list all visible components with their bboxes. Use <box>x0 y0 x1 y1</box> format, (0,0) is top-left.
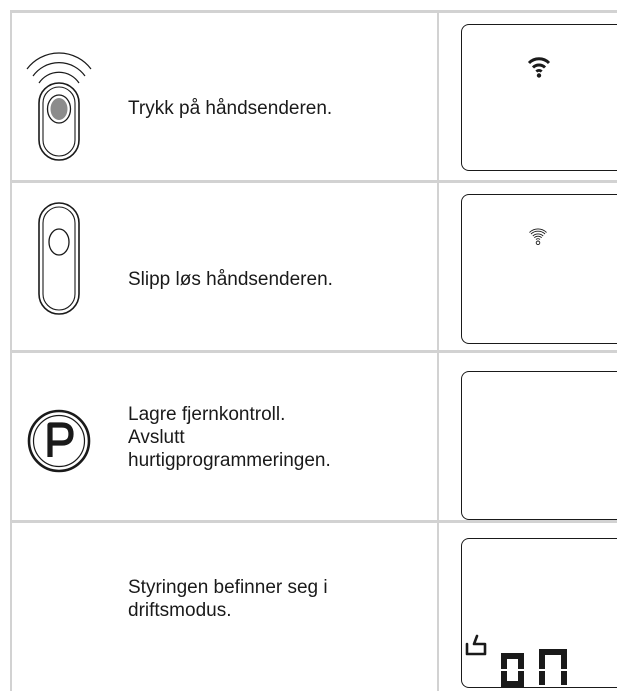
instruction-text: Trykk på håndsenderen. <box>128 97 428 120</box>
table-row: Trykk på håndsenderen. <box>10 13 617 180</box>
table-row: Styringen befinner seg i driftsmodus. <box>10 523 617 691</box>
segment-display-on <box>501 649 567 687</box>
table-row: Lagre fjernkontroll. Avslutt hurtigprogr… <box>10 353 617 520</box>
instruction-line: Slipp løs håndsenderen. <box>128 269 333 290</box>
lcd-display: on <box>461 538 617 688</box>
signal-strong-icon <box>527 57 551 78</box>
hand-icon <box>465 634 487 656</box>
lcd-display <box>461 371 617 520</box>
lcd-display <box>461 24 617 171</box>
instruction-line: Avslutt <box>128 427 185 448</box>
signal-outline-icon <box>529 228 547 246</box>
instruction-table: Trykk på håndsenderen. Slipp løs håndsen… <box>10 10 617 691</box>
table-row: Slipp løs håndsenderen. <box>10 183 617 350</box>
instruction-line: hurtigprogrammeringen. <box>128 450 331 471</box>
instruction-text: Lagre fjernkontroll. Avslutt hurtigprogr… <box>128 403 428 472</box>
instruction-text: Slipp løs håndsenderen. <box>128 268 428 291</box>
instruction-line: Trykk på håndsenderen. <box>128 98 333 119</box>
instruction-line: driftsmodus. <box>128 600 232 621</box>
remote-cell <box>10 353 110 520</box>
remote-cell <box>10 523 110 691</box>
remote-button-released-icon <box>38 202 80 315</box>
instruction-line: Lagre fjernkontroll. <box>128 404 286 425</box>
remote-cell <box>10 13 110 180</box>
p-button-icon <box>27 409 91 473</box>
remote-cell <box>10 183 110 350</box>
lcd-display <box>461 194 617 344</box>
instruction-text: Styringen befinner seg i driftsmodus. <box>128 576 428 622</box>
instruction-line: Styringen befinner seg i <box>128 577 328 598</box>
remote-button-pressed-icon <box>26 52 92 161</box>
